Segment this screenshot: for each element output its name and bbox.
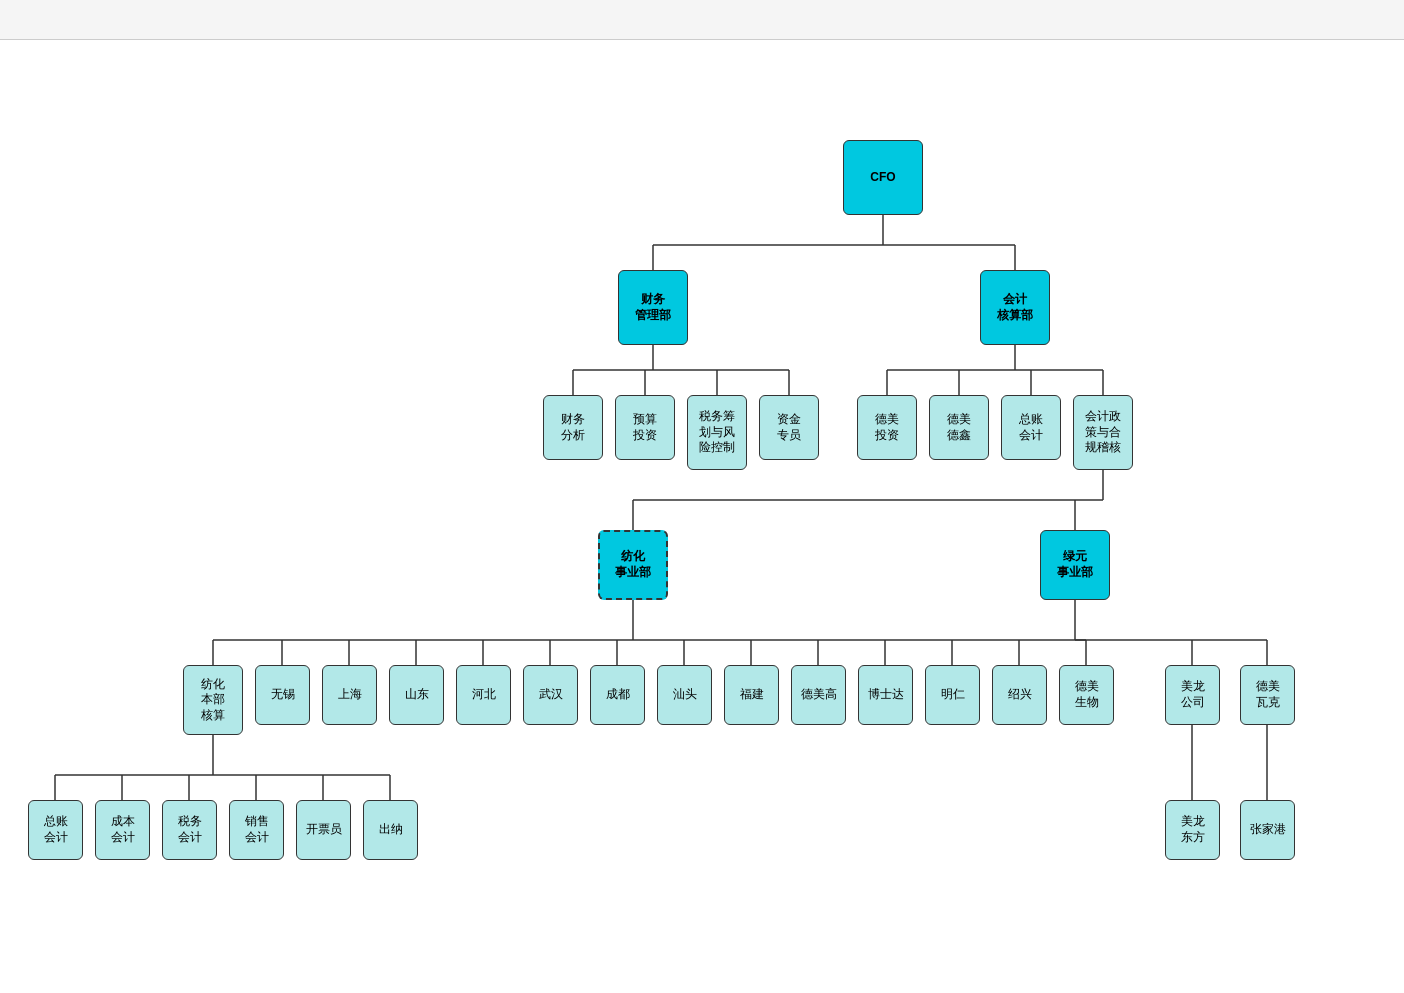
node-ssfhfkz: 税务筹 划与风 险控制: [687, 395, 747, 470]
node-cwglb: 财务 管理部: [618, 270, 688, 345]
node-shaoxing: 绍兴: [992, 665, 1047, 725]
node-swhj: 税务 会计: [162, 800, 217, 860]
node-cbhj: 成本 会计: [95, 800, 150, 860]
node-shantou: 汕头: [657, 665, 712, 725]
node-chengdu: 成都: [590, 665, 645, 725]
node-mlgs: 美龙 公司: [1165, 665, 1220, 725]
node-xshj: 销售 会计: [229, 800, 284, 860]
node-fhsyb: 纺化 事业部: [598, 530, 668, 600]
node-ystz: 预算 投资: [615, 395, 675, 460]
node-cfo: CFO: [843, 140, 923, 215]
node-shandong: 山东: [389, 665, 444, 725]
node-chuna: 出纳: [363, 800, 418, 860]
node-kjzchhgj: 会计政 策与合 规稽核: [1073, 395, 1133, 470]
node-dmtz: 德美 投资: [857, 395, 917, 460]
node-zjzy: 资金 专员: [759, 395, 819, 460]
node-zhangjiagang: 张家港: [1240, 800, 1295, 860]
node-dmshw: 德美 生物: [1059, 665, 1114, 725]
top-bar: [0, 0, 1404, 40]
node-wuxi: 无锡: [255, 665, 310, 725]
node-cwfx: 财务 分析: [543, 395, 603, 460]
node-lysyb: 绿元 事业部: [1040, 530, 1110, 600]
node-mingren: 明仁: [925, 665, 980, 725]
node-zzhj2: 总账 会计: [28, 800, 83, 860]
node-dmdx: 德美 德鑫: [929, 395, 989, 460]
node-wuhan: 武汉: [523, 665, 578, 725]
node-fujian: 福建: [724, 665, 779, 725]
node-shanghai: 上海: [322, 665, 377, 725]
node-mldongfang: 美龙 东方: [1165, 800, 1220, 860]
node-zzhj: 总账 会计: [1001, 395, 1061, 460]
org-chart-canvas: CFO 财务 管理部 会计 核算部财务 分析预算 投资税务筹 划与风 险控制资金 专…: [0, 40, 1404, 990]
node-kpyuan: 开票员: [296, 800, 351, 860]
node-bsd: 博士达: [858, 665, 913, 725]
node-dmg: 德美高: [791, 665, 846, 725]
node-kjhsb: 会计 核算部: [980, 270, 1050, 345]
node-hebei: 河北: [456, 665, 511, 725]
node-dmwk: 德美 瓦克: [1240, 665, 1295, 725]
node-fhbbjhsb: 纺化 本部 核算: [183, 665, 243, 735]
